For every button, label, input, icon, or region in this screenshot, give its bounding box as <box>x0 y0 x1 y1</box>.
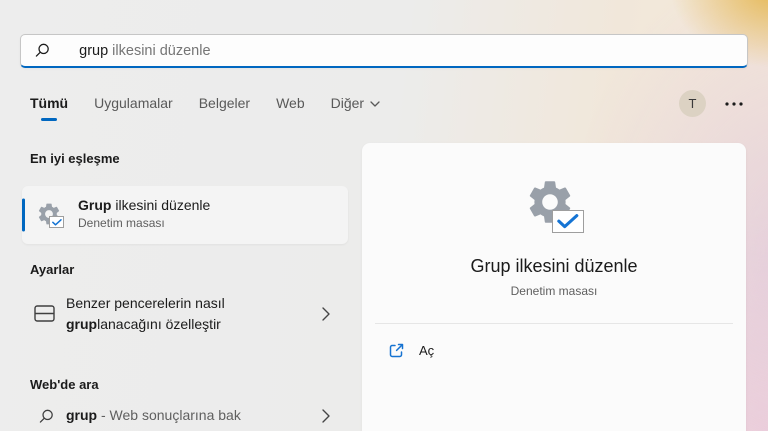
search-icon <box>39 409 53 423</box>
group-policy-gear-icon <box>36 201 66 229</box>
settings-line2-rest: lanacağını özelleştir <box>97 316 221 332</box>
web-search-text: grup - Web sonuçlarına bak <box>66 407 241 423</box>
section-title-best-match: En iyi eşleşme <box>30 151 120 166</box>
search-bar[interactable]: grup ilkesini düzenle <box>20 34 748 68</box>
section-title-settings: Ayarlar <box>30 262 75 277</box>
tab-apps[interactable]: Uygulamalar <box>94 95 173 111</box>
open-external-icon <box>389 343 404 358</box>
best-match-title-bold: Grup <box>78 197 112 213</box>
preview-subtitle: Denetim masası <box>510 284 598 298</box>
settings-line2-bold: grup <box>66 316 98 332</box>
settings-result[interactable]: Benzer pencerelerin nasıl gruplanacağını … <box>22 288 348 340</box>
search-suggestion-text: ilkesini düzenle <box>108 42 211 59</box>
search-icon <box>35 43 49 57</box>
filter-tabs: Tümü Uygulamalar Belgeler Web Diğer <box>30 95 380 111</box>
settings-line1: Benzer pencerelerin nasıl <box>66 295 225 311</box>
preview-title: Grup ilkesini düzenle <box>470 256 638 276</box>
preview-panel: Grup ilkesini düzenle Denetim masası Aç <box>362 143 746 431</box>
topbar-right: T <box>679 90 744 117</box>
best-match-subtitle: Denetim masası <box>78 216 165 230</box>
divider <box>375 323 733 324</box>
best-match-title: Grup ilkesini düzenle <box>78 196 210 215</box>
selection-accent-bar <box>22 198 25 232</box>
group-policy-gear-icon-large <box>524 176 584 234</box>
tab-more-label: Diğer <box>330 95 365 111</box>
web-search-result[interactable]: grup - Web sonuçlarına bak <box>22 398 348 431</box>
search-input[interactable]: grup ilkesini düzenle <box>63 27 211 75</box>
open-action[interactable]: Aç <box>375 336 447 365</box>
check-badge-icon-large <box>552 210 584 233</box>
best-match-text: Grup ilkesini düzenle Denetim masası <box>78 196 210 232</box>
settings-result-text: Benzer pencerelerin nasıl gruplanacağını … <box>66 293 225 335</box>
tab-all[interactable]: Tümü <box>30 95 68 111</box>
chevron-right-icon <box>322 409 330 423</box>
window-group-icon <box>34 305 55 322</box>
web-query-rest: - Web sonuçlarına bak <box>97 407 241 423</box>
tab-documents[interactable]: Belgeler <box>199 95 250 111</box>
best-match-result[interactable]: Grup ilkesini düzenle Denetim masası <box>22 186 348 244</box>
tab-web[interactable]: Web <box>276 95 305 111</box>
section-title-web-search: Web'de ara <box>30 377 99 392</box>
search-query-text: grup <box>79 42 109 59</box>
more-options-button[interactable] <box>724 94 744 114</box>
tab-more[interactable]: Diğer <box>331 95 380 111</box>
avatar[interactable]: T <box>679 90 706 117</box>
web-query-bold: grup <box>66 407 98 423</box>
open-action-label: Aç <box>419 343 435 358</box>
check-badge-icon <box>49 216 64 228</box>
chevron-right-icon <box>322 307 330 321</box>
chevron-down-icon <box>370 101 380 107</box>
best-match-title-rest: ilkesini düzenle <box>111 197 211 213</box>
ellipsis-icon <box>725 101 743 106</box>
